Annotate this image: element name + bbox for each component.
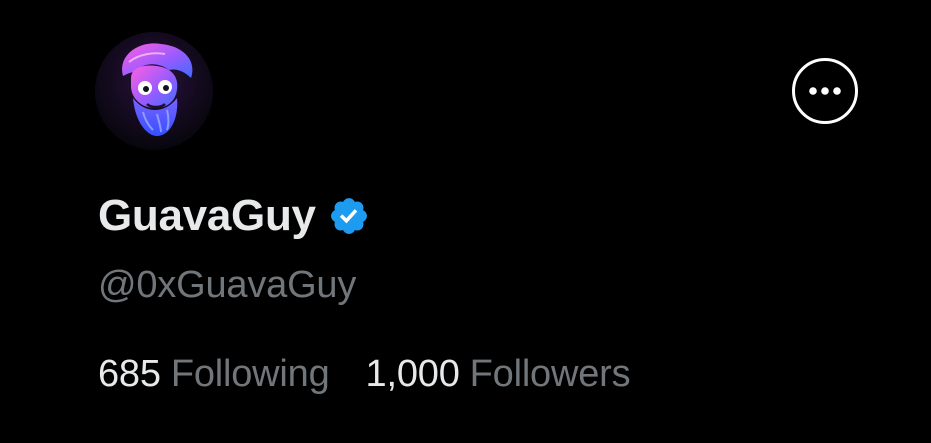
profile-name-row: GuavaGuy xyxy=(98,186,370,246)
more-horizontal-icon xyxy=(809,87,841,95)
followers-link[interactable]: 1,000 Followers xyxy=(366,355,631,393)
more-options-button[interactable] xyxy=(792,58,858,124)
followers-label: Followers xyxy=(469,353,631,395)
display-name: GuavaGuy xyxy=(98,191,316,240)
verified-badge-icon[interactable] xyxy=(328,195,370,237)
profile-stats: 685 Following 1,000 Followers xyxy=(98,355,631,393)
avatar[interactable] xyxy=(95,32,213,150)
avatar-image xyxy=(95,32,213,150)
following-link[interactable]: 685 Following xyxy=(98,355,330,393)
following-count: 685 xyxy=(98,353,161,395)
following-label: Following xyxy=(170,353,330,395)
profile-handle: @0xGuavaGuy xyxy=(98,264,357,306)
followers-count: 1,000 xyxy=(365,353,460,395)
